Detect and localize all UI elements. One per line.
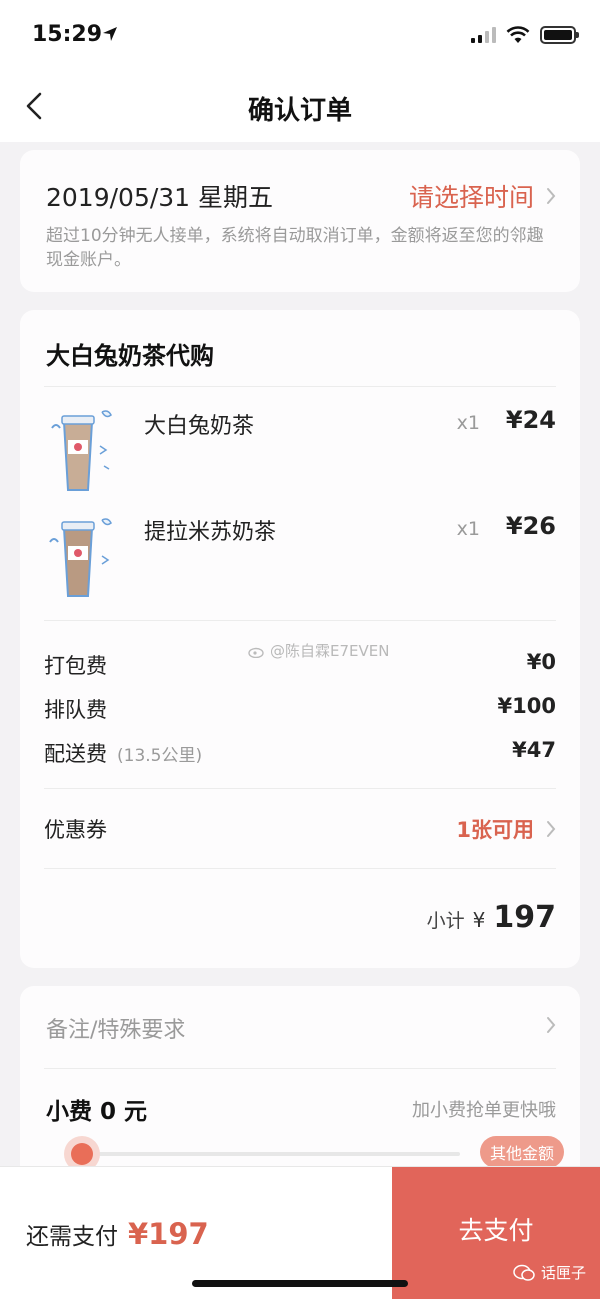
location-arrow-icon	[103, 27, 117, 41]
tip-hint: 加小费抢单更快哦	[412, 1100, 556, 1121]
fee-row-delivery: 配送费 (13.5公里) ¥47	[44, 738, 556, 772]
nav-bar: 确认订单	[0, 70, 600, 142]
item-price: ¥24	[505, 406, 556, 434]
auto-cancel-notice: 超过10分钟无人接单，系统将自动取消订单，金额将返至您的邻趣现金账户。	[46, 226, 544, 270]
select-time-button[interactable]: 请选择时间	[409, 178, 556, 214]
remark-placeholder: 备注/特殊要求	[46, 1018, 186, 1043]
subtotal-label: 小计	[426, 910, 465, 932]
order-card: 大白兔奶茶代购 大白兔奶茶 x1 ¥24 提拉米苏奶茶 x1 ¥26 打包费 ¥…	[20, 310, 580, 968]
wechat-icon	[513, 1264, 535, 1281]
divider	[44, 868, 556, 869]
item-price: ¥26	[505, 512, 556, 540]
item-name: 大白兔奶茶	[144, 414, 255, 439]
coupon-row[interactable]: 优惠券 1张可用	[44, 810, 556, 850]
fee-value: ¥47	[512, 738, 556, 762]
cellular-signal-icon	[471, 27, 496, 43]
wechat-account-tag: 话匣子	[513, 1262, 586, 1283]
select-time-label: 请选择时间	[408, 183, 534, 212]
shop-name: 大白兔奶茶代购	[46, 342, 214, 370]
subtotal-value: 197	[493, 900, 556, 935]
delivery-distance: (13.5公里)	[117, 746, 203, 766]
subtotal: 小计 ¥ 197	[427, 900, 556, 935]
milk-tea-product-image	[49, 518, 112, 597]
battery-icon	[540, 26, 579, 44]
delivery-date: 2019/05/31 星期五	[46, 183, 274, 212]
other-amount-button[interactable]: 其他金额	[479, 1136, 564, 1168]
item-quantity: x1	[456, 412, 480, 434]
subtotal-currency: ¥	[472, 908, 486, 932]
status-bar: 15:29	[0, 0, 600, 70]
fee-label: 排队费	[44, 698, 107, 722]
chevron-right-icon	[547, 1017, 556, 1033]
amount-due: 还需支付 ¥197	[26, 1217, 209, 1251]
fee-value: ¥100	[497, 694, 556, 718]
divider	[44, 386, 556, 387]
home-indicator	[192, 1280, 408, 1287]
tip-slider-track[interactable]	[68, 1152, 460, 1156]
item-name: 提拉米苏奶茶	[144, 520, 277, 545]
fee-value: ¥0	[526, 650, 556, 674]
amount-due-value: ¥197	[128, 1217, 209, 1251]
weibo-icon	[248, 647, 264, 658]
wifi-icon	[506, 26, 530, 43]
divider	[44, 788, 556, 789]
watermark-text: @陈自霖E7EVEN	[270, 642, 390, 660]
page-title: 确认订单	[247, 96, 352, 126]
fee-label: 配送费	[44, 742, 107, 766]
weibo-watermark: @陈自霖E7EVEN	[248, 640, 389, 661]
chevron-right-icon	[547, 188, 556, 204]
chevron-right-icon	[547, 821, 556, 837]
item-quantity: x1	[456, 518, 480, 540]
tip-title: 小费 0 元	[46, 1099, 148, 1125]
order-item: 大白兔奶茶 x1 ¥24	[44, 406, 556, 506]
account-name: 话匣子	[540, 1264, 586, 1282]
fee-label: 打包费	[44, 654, 107, 678]
remark-row[interactable]: 备注/特殊要求	[46, 1012, 556, 1052]
amount-due-label: 还需支付	[26, 1224, 118, 1250]
divider	[44, 1068, 556, 1069]
coupon-available: 1张可用	[456, 818, 534, 842]
status-time: 15:29	[32, 22, 103, 47]
fee-row-queue: 排队费 ¥100	[44, 694, 556, 728]
order-item: 提拉米苏奶茶 x1 ¥26	[44, 512, 556, 612]
milk-tea-product-image	[51, 410, 112, 491]
divider	[44, 620, 556, 621]
coupon-label: 优惠券	[44, 818, 107, 842]
delivery-time-card: 2019/05/31 星期五 请选择时间 超过10分钟无人接单，系统将自动取消订…	[20, 150, 580, 292]
